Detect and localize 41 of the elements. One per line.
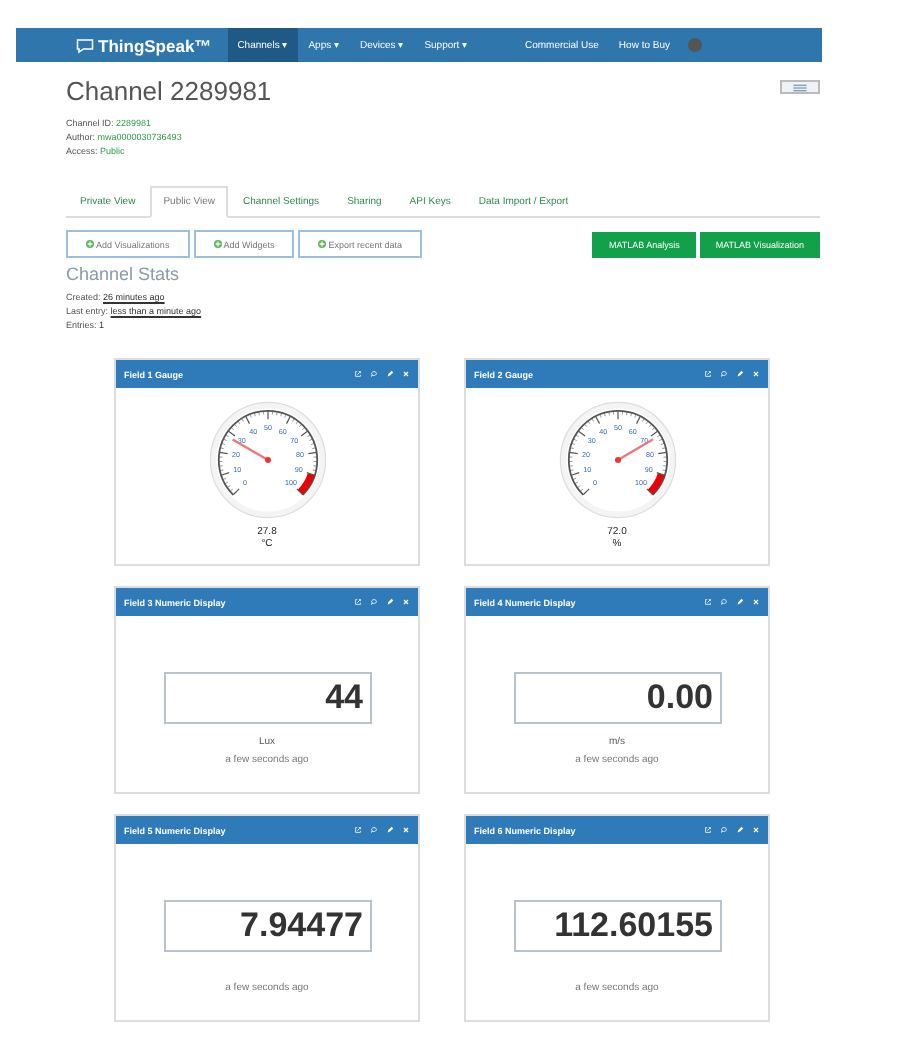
external-link-icon[interactable] [354, 370, 362, 378]
gauge-needle [231, 438, 268, 462]
comment-icon[interactable] [720, 826, 728, 834]
numeric-display: 112.60155 [513, 900, 721, 952]
plus-icon [86, 240, 94, 248]
pencil-icon[interactable] [386, 370, 394, 378]
close-icon[interactable] [402, 598, 410, 606]
comment-icon[interactable] [720, 598, 728, 606]
plus-icon [318, 240, 327, 248]
comment-icon[interactable] [370, 826, 378, 834]
external-link-icon[interactable] [354, 826, 362, 834]
lines-icon [792, 83, 808, 91]
pencil-icon[interactable] [386, 598, 394, 606]
plus-icon [213, 240, 222, 248]
numeric-display: 7.94477 [163, 900, 371, 952]
numeric-display: 44 [163, 672, 371, 724]
close-icon[interactable] [752, 598, 760, 606]
close-icon[interactable] [402, 826, 410, 834]
comment-icon[interactable] [720, 370, 728, 378]
close-icon[interactable] [402, 370, 410, 378]
help-button[interactable] [780, 80, 820, 94]
stats-title: Channel Stats [66, 264, 182, 286]
numeric-display: 0.00 [513, 672, 721, 724]
external-link-icon[interactable] [704, 598, 712, 606]
danger-zone-arc [296, 472, 314, 495]
pencil-icon[interactable] [386, 826, 394, 834]
gauge-needle [616, 438, 653, 462]
pencil-icon[interactable] [736, 370, 744, 378]
pencil-icon[interactable] [736, 826, 744, 834]
danger-zone-arc [646, 472, 664, 495]
external-link-icon[interactable] [704, 826, 712, 834]
comment-icon[interactable] [370, 370, 378, 378]
channel-title: Channel 2289981 [66, 76, 272, 108]
external-link-icon[interactable] [354, 598, 362, 606]
chat-icon [76, 37, 94, 53]
external-link-icon[interactable] [704, 370, 712, 378]
pencil-icon[interactable] [736, 598, 744, 606]
brand-logo[interactable]: ThingSpeak™ [16, 28, 228, 62]
close-icon[interactable] [752, 826, 760, 834]
close-icon[interactable] [752, 370, 760, 378]
comment-icon[interactable] [370, 598, 378, 606]
